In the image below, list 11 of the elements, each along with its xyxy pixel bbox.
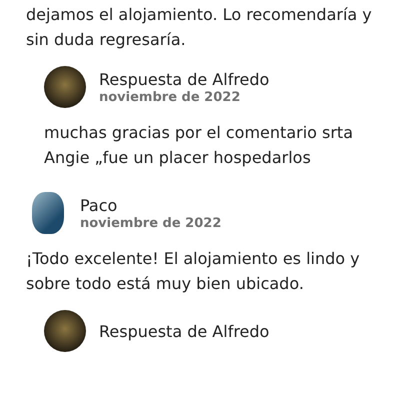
avatar-photo-placeholder xyxy=(32,192,64,234)
review-text: ¡Todo excelente! El alojamiento es lindo y sobre todo está muy bien ubicado. xyxy=(26,248,361,295)
review-text: dejamos el alojamiento. Lo recomendaría y sin duda regresaría. xyxy=(26,4,373,51)
avatar-photo-placeholder xyxy=(44,310,86,352)
reply-author: Respuesta de Alfredo xyxy=(99,322,270,340)
avatar-photo-placeholder xyxy=(44,66,86,108)
reviewer-name: Paco xyxy=(80,196,118,214)
review-date: noviembre de 2022 xyxy=(99,90,242,104)
reply-author: Respuesta de Alfredo xyxy=(99,70,270,88)
review-date: noviembre de 2022 xyxy=(80,216,222,230)
reply-text: muchas gracias por el comentario srta Angie „fue un placer hospedarlos xyxy=(44,122,354,169)
